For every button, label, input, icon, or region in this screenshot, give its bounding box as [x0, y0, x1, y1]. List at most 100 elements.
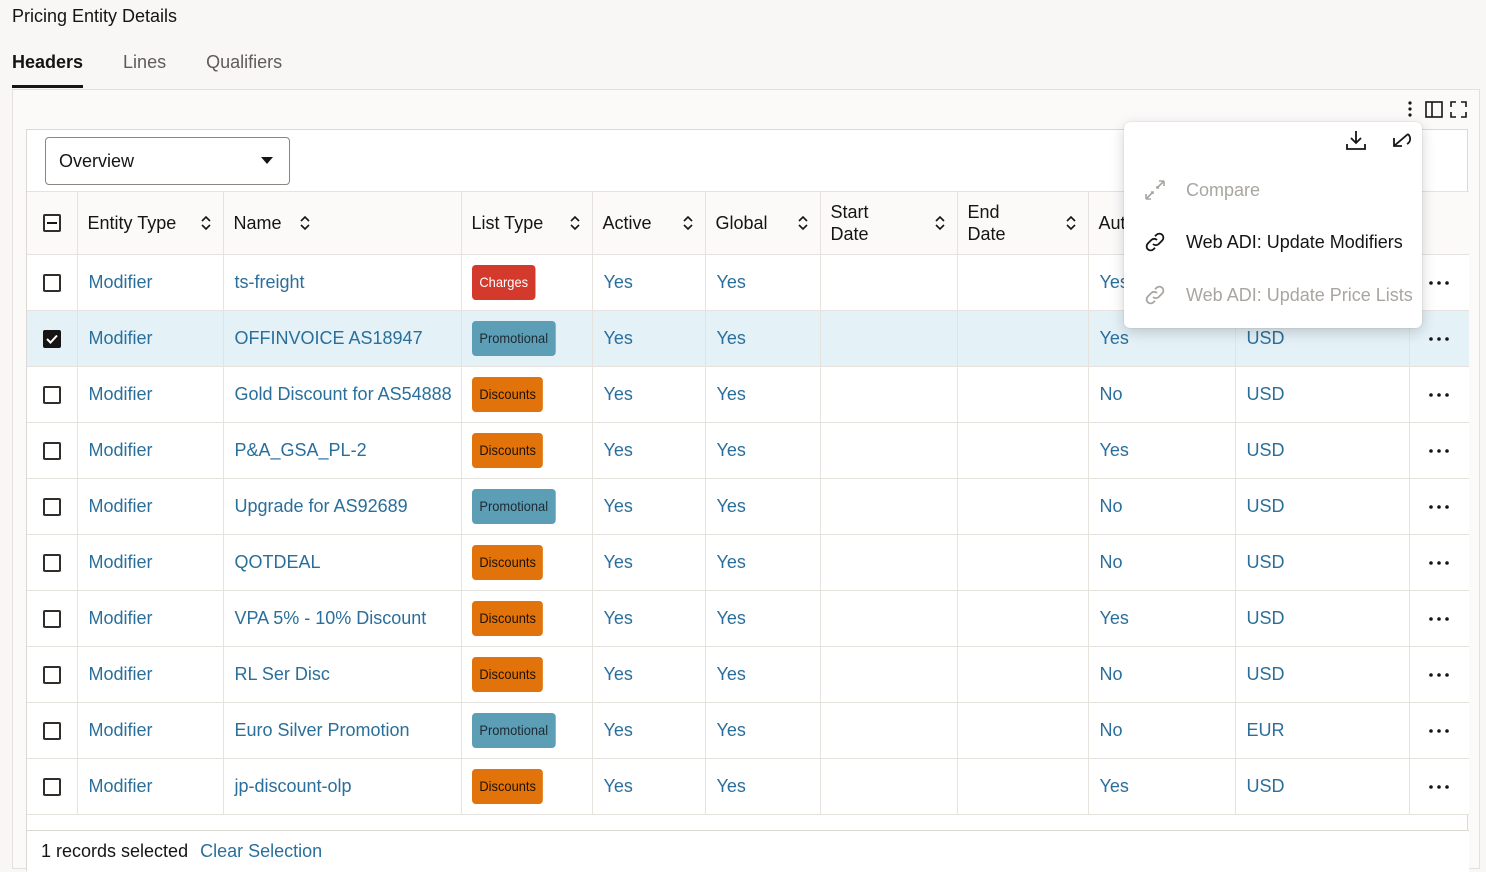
more-horizontal-icon[interactable]	[1410, 785, 1470, 789]
tab-headers[interactable]: Headers	[12, 48, 83, 88]
column-header-start-date[interactable]: Start Date	[820, 192, 957, 255]
undo-icon[interactable]	[1386, 126, 1418, 154]
entity-type-link[interactable]: Modifier	[78, 272, 153, 292]
sort-icon[interactable]	[1064, 214, 1078, 232]
more-horizontal-icon[interactable]	[1410, 729, 1470, 733]
row-actions-cell	[1409, 703, 1469, 759]
name-link[interactable]: QOTDEAL	[224, 552, 321, 572]
more-horizontal-icon[interactable]	[1410, 337, 1470, 341]
list-type-badge: Discounts	[472, 769, 543, 804]
tab-lines[interactable]: Lines	[123, 48, 166, 88]
select-all-checkbox[interactable]	[43, 214, 61, 232]
name-link[interactable]: P&A_GSA_PL-2	[224, 440, 367, 460]
entity-type-link[interactable]: Modifier	[78, 384, 153, 404]
table-row[interactable]: ModifierP&A_GSA_PL-2DiscountsYesYesYesUS…	[27, 423, 1469, 479]
view-select[interactable]: Overview	[45, 137, 290, 185]
row-checkbox[interactable]	[43, 498, 61, 516]
cell-automatic: No	[1088, 367, 1235, 423]
menu-item-web-adi-update-modifiers[interactable]: Web ADI: Update Modifiers	[1124, 222, 1422, 262]
menu-item-compare[interactable]: Compare	[1124, 170, 1422, 210]
name-link[interactable]: RL Ser Disc	[224, 664, 330, 684]
name-link[interactable]: jp-discount-olp	[224, 776, 352, 796]
automatic-value: Yes	[1089, 608, 1129, 628]
column-header-list-type[interactable]: List Type	[461, 192, 592, 255]
currency-value: USD	[1236, 328, 1285, 348]
entity-type-link[interactable]: Modifier	[78, 664, 153, 684]
cell-list-type: Promotional	[461, 703, 592, 759]
entity-type-link[interactable]: Modifier	[78, 608, 153, 628]
row-actions-cell	[1409, 479, 1469, 535]
column-header-name[interactable]: Name	[223, 192, 461, 255]
more-horizontal-icon[interactable]	[1410, 561, 1470, 565]
row-checkbox[interactable]	[43, 274, 61, 292]
column-header-entity-type[interactable]: Entity Type	[77, 192, 223, 255]
column-panel-icon[interactable]	[1425, 99, 1443, 119]
table-row[interactable]: ModifierUpgrade for AS92689PromotionalYe…	[27, 479, 1469, 535]
entity-type-link[interactable]: Modifier	[78, 440, 153, 460]
more-horizontal-icon[interactable]	[1410, 393, 1470, 397]
row-checkbox[interactable]	[43, 610, 61, 628]
link-icon	[1144, 284, 1166, 306]
cell-global: Yes	[705, 311, 820, 367]
menu-item-label: Web ADI: Update Modifiers	[1186, 232, 1403, 253]
global-value: Yes	[706, 328, 746, 348]
entity-type-link[interactable]: Modifier	[78, 720, 153, 740]
global-value: Yes	[706, 720, 746, 740]
row-actions-cell	[1409, 423, 1469, 479]
start-date-value	[821, 720, 832, 740]
cell-currency: USD	[1235, 759, 1409, 815]
entity-type-link[interactable]: Modifier	[78, 552, 153, 572]
name-link[interactable]: VPA 5% - 10% Discount	[224, 608, 427, 628]
tab-qualifiers[interactable]: Qualifiers	[206, 48, 282, 88]
sort-icon[interactable]	[681, 214, 695, 232]
start-date-value	[821, 776, 832, 796]
more-horizontal-icon[interactable]	[1410, 505, 1470, 509]
row-checkbox[interactable]	[43, 554, 61, 572]
row-select-cell	[27, 535, 77, 591]
name-link[interactable]: ts-freight	[224, 272, 305, 292]
name-link[interactable]: Gold Discount for AS54888	[224, 384, 452, 404]
table-row[interactable]: Modifier Euro Silver Promotion Promotional…	[27, 703, 1469, 759]
entity-type-link[interactable]: Modifier	[78, 776, 153, 796]
row-checkbox[interactable]	[43, 722, 61, 740]
row-checkbox[interactable]	[43, 442, 61, 460]
sort-icon[interactable]	[568, 214, 582, 232]
fullscreen-icon[interactable]	[1449, 99, 1467, 119]
sort-icon[interactable]	[796, 214, 810, 232]
row-checkbox[interactable]	[43, 330, 61, 348]
name-link[interactable]: Upgrade for AS92689	[224, 496, 408, 516]
more-horizontal-icon[interactable]	[1410, 673, 1470, 677]
list-type-badge: Discounts	[472, 433, 543, 468]
name-link[interactable]: OFFINVOICE AS18947	[224, 328, 423, 348]
cell-global: Yes	[705, 479, 820, 535]
row-checkbox[interactable]	[43, 778, 61, 796]
sort-icon[interactable]	[933, 214, 947, 232]
column-header-active[interactable]: Active	[592, 192, 705, 255]
more-horizontal-icon[interactable]	[1410, 617, 1470, 621]
entity-type-link[interactable]: Modifier	[78, 328, 153, 348]
table-row[interactable]: Modifierjp-discount-olpDiscountsYesYesYe…	[27, 759, 1469, 815]
cell-start-date	[820, 311, 957, 367]
automatic-value: Yes	[1089, 328, 1129, 348]
download-icon[interactable]	[1340, 126, 1372, 154]
row-checkbox[interactable]	[43, 666, 61, 684]
column-header-global[interactable]: Global	[705, 192, 820, 255]
more-vertical-icon[interactable]	[1401, 99, 1419, 119]
row-checkbox[interactable]	[43, 386, 61, 404]
entity-type-link[interactable]: Modifier	[78, 496, 153, 516]
sort-icon[interactable]	[298, 214, 312, 232]
cell-list-type: Discounts	[461, 591, 592, 647]
name-link[interactable]: Euro Silver Promotion	[224, 720, 410, 740]
cell-name: VPA 5% - 10% Discount	[223, 591, 461, 647]
more-horizontal-icon[interactable]	[1410, 449, 1470, 453]
column-header-end-date[interactable]: End Date	[957, 192, 1088, 255]
table-row[interactable]: ModifierGold Discount for AS54888Discoun…	[27, 367, 1469, 423]
table-row[interactable]: Modifier VPA 5% - 10% Discount Discounts Ye…	[27, 591, 1469, 647]
row-actions-cell	[1409, 759, 1469, 815]
cell-list-type: Discounts	[461, 423, 592, 479]
table-row[interactable]: ModifierRL Ser DiscDiscountsYesYesNoUSD	[27, 647, 1469, 703]
table-row[interactable]: ModifierQOTDEALDiscountsYesYesNoUSD	[27, 535, 1469, 591]
cell-automatic: No	[1088, 647, 1235, 703]
menu-item-web-adi-update-price-lists[interactable]: Web ADI: Update Price Lists	[1124, 275, 1422, 315]
sort-icon[interactable]	[199, 214, 213, 232]
